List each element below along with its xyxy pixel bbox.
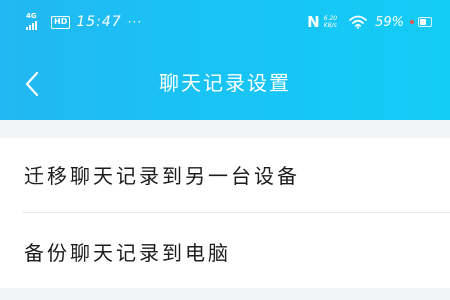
section-divider	[0, 120, 450, 138]
network-speed: 6.20 KB/s	[324, 15, 337, 29]
status-left: 4G HD 15:47 ···	[26, 12, 143, 31]
cellular-signal-icon: 4G	[26, 12, 42, 31]
wifi-icon	[349, 15, 367, 29]
status-right: N 6.20 KB/s 59%	[307, 13, 434, 31]
battery-icon	[408, 16, 434, 28]
more-notifications-icon: ···	[127, 15, 143, 29]
section-divider-bottom	[0, 288, 450, 300]
battery-percent: 59%	[375, 14, 404, 30]
network-type: 4G	[26, 12, 37, 20]
nfc-icon: N	[307, 13, 320, 31]
network-speed-value: 6.20	[323, 15, 338, 22]
network-speed-unit: KB/s	[323, 22, 337, 29]
menu-item-backup-to-computer[interactable]: 备份聊天记录到电脑	[0, 213, 450, 288]
notification-dot	[410, 20, 414, 24]
app-header: 4G HD 15:47 ··· N 6.20 KB/s 59% 聊天记录设置	[0, 0, 450, 120]
menu-item-label: 备份聊天记录到电脑	[24, 241, 231, 265]
hd-badge: HD	[51, 15, 71, 29]
battery-fill	[420, 19, 426, 25]
menu-item-label: 迁移聊天记录到另一台设备	[24, 164, 300, 188]
page-title: 聊天记录设置	[159, 71, 291, 95]
status-time: 15:47	[76, 14, 122, 30]
menu-item-migrate-chat-history[interactable]: 迁移聊天记录到另一台设备	[0, 138, 450, 212]
status-bar: 4G HD 15:47 ··· N 6.20 KB/s 59%	[0, 0, 450, 42]
